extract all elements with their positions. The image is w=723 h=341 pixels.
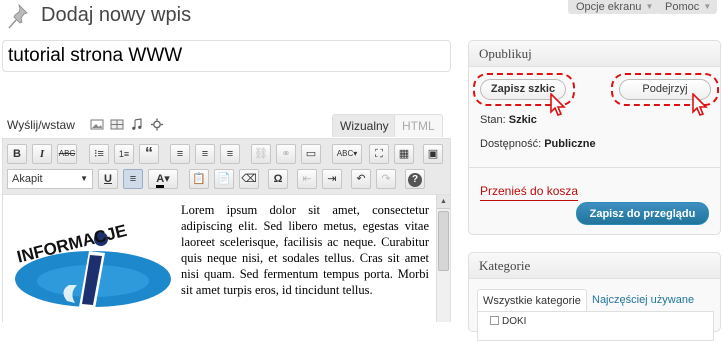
page-title: Dodaj nowy wpis [41, 4, 192, 26]
special-char-button[interactable]: Ω [268, 169, 288, 189]
fullscreen-button[interactable]: ⛶ [369, 144, 389, 164]
screen-options-label: Opcje ekranu [576, 1, 642, 13]
strikethrough-button[interactable]: ABC [57, 144, 77, 164]
format-select-value: Akapit [12, 173, 43, 185]
undo-button[interactable]: ↶ [351, 169, 371, 189]
help-button[interactable]: Pomoc ▼ [657, 0, 718, 14]
visibility-value: Publiczne [544, 138, 596, 150]
bullet-list-button[interactable]: ⁝≡ [89, 144, 109, 164]
tab-visual[interactable]: Wizualny [332, 114, 397, 137]
align-left-button[interactable]: ≡ [170, 144, 190, 164]
align-right-button[interactable]: ≡ [220, 144, 240, 164]
more-tag-button[interactable]: ▭ [301, 144, 321, 164]
indent-button[interactable]: ⇥ [322, 169, 342, 189]
editor-scrollbar[interactable]: ▲ [436, 195, 450, 322]
pushpin-icon [8, 3, 28, 29]
paste-word-button[interactable]: 📄 [214, 169, 234, 189]
help-label: Pomoc [665, 1, 700, 13]
outdent-button[interactable]: ⇤ [297, 169, 317, 189]
link-button[interactable]: ⛓ [251, 144, 271, 164]
status-row: Stan: Szkic [480, 114, 537, 126]
insert-media-button[interactable]: ▣ [423, 144, 443, 164]
tab-most-used-categories[interactable]: Najczęściej używane [587, 289, 699, 311]
tab-all-categories[interactable]: Wszystkie kategorie [477, 289, 587, 311]
spellcheck-button[interactable]: ABC▾ [332, 144, 362, 164]
informacje-logo: INFORMACJE [15, 221, 171, 309]
scroll-up-icon[interactable]: ▲ [437, 195, 450, 209]
bold-button[interactable]: B [7, 144, 27, 164]
text-color-button[interactable]: A▾ [148, 169, 178, 189]
categories-box: Kategorie Wszystkie kategorie Najczęście… [468, 252, 721, 341]
gallery-icon[interactable] [110, 118, 124, 131]
upload-insert-label: Wyślij/wstaw [7, 118, 75, 132]
italic-button[interactable]: I [32, 144, 52, 164]
editor-body-text: Lorem ipsum dolor sit amet, consectetur … [181, 203, 429, 297]
category-checkbox[interactable] [490, 316, 499, 325]
category-list: DOKI [477, 311, 714, 341]
publish-heading: Opublikuj [469, 41, 720, 67]
numbered-list-button[interactable]: 1≡ [114, 144, 134, 164]
format-select[interactable]: Akapit ▼ [7, 169, 93, 189]
status-label: Stan: [480, 114, 506, 126]
move-to-trash-link[interactable]: Przenieś do kosza [480, 184, 579, 201]
underline-button[interactable]: U [98, 169, 118, 189]
screen-options-button[interactable]: Opcje ekranu ▼ [568, 0, 660, 14]
media-buttons [90, 118, 164, 131]
divider [469, 167, 720, 168]
kitchen-sink-button[interactable]: ▦ [394, 144, 414, 164]
help-circle-button[interactable]: ? [405, 169, 425, 189]
triangle-down-icon: ▼ [703, 2, 712, 11]
unlink-button[interactable]: ⚭ [276, 144, 296, 164]
categories-heading: Kategorie [469, 253, 720, 279]
image-icon[interactable] [90, 118, 104, 131]
editor-toolbar: B I ABC ⁝≡ 1≡ “ ≡ ≡ ≡ ⛓ ⚭ ▭ ABC▾ ⛶ ▦ ▣ A… [2, 138, 451, 194]
post-title-input[interactable]: tutorial strona WWW [2, 40, 451, 72]
remove-format-button[interactable]: ⌫ [239, 169, 259, 189]
publish-box: Opublikuj Zapisz szkic Podejrzyj Stan: S… [468, 40, 721, 235]
cursor-arrow-icon [550, 93, 566, 116]
cursor-arrow-icon [692, 93, 708, 116]
triangle-down-icon: ▼ [645, 2, 654, 11]
tab-html[interactable]: HTML [394, 114, 443, 137]
scrollbar-thumb[interactable] [438, 211, 449, 271]
status-value: Szkic [508, 114, 537, 126]
media-icon[interactable] [150, 118, 164, 131]
redo-button[interactable]: ↷ [376, 169, 396, 189]
justify-button[interactable]: ≡ [123, 169, 143, 189]
visibility-row: Dostępność: Publiczne [480, 138, 596, 150]
triangle-down-icon: ▼ [80, 174, 88, 183]
audio-icon[interactable] [130, 118, 144, 131]
submit-for-review-button[interactable]: Zapisz do przeglądu [576, 202, 709, 225]
align-center-button[interactable]: ≡ [195, 144, 215, 164]
paste-text-button[interactable]: 📋 [189, 169, 209, 189]
blockquote-button[interactable]: “ [139, 144, 159, 164]
visibility-label: Dostępność: [480, 138, 542, 150]
editor-content[interactable]: INFORMACJE Lorem ipsum dolor sit amet, c… [2, 194, 451, 322]
